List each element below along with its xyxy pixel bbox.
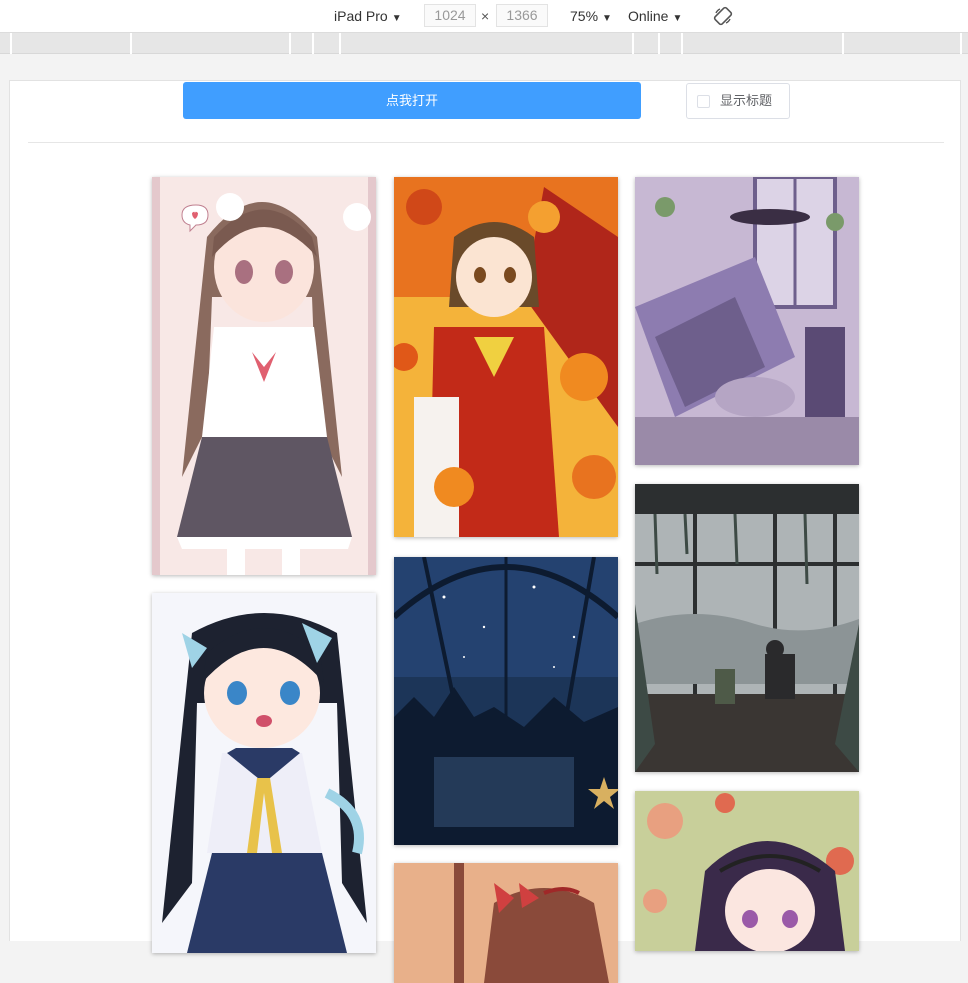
- gallery-image[interactable]: [394, 863, 618, 983]
- ribbon-girl-image: [152, 593, 376, 953]
- ruler-tick: [681, 33, 683, 54]
- flower-girl-image: [635, 791, 859, 951]
- autumn-shrine-maiden-image: [394, 177, 618, 537]
- ruler-tick: [842, 33, 844, 54]
- network-select[interactable]: Online ▼: [628, 0, 682, 33]
- rotate-icon[interactable]: [713, 6, 733, 26]
- gallery-image[interactable]: [635, 484, 859, 772]
- height-input[interactable]: 1366: [496, 4, 548, 27]
- twin-tail-girl-image: [152, 177, 376, 575]
- ruler-tick: [632, 33, 634, 54]
- show-title-label: 显示标题: [720, 93, 773, 108]
- ruler-tick: [289, 33, 291, 54]
- ruler-tick: [960, 33, 962, 54]
- lavender-room-image: [635, 177, 859, 465]
- zoom-select-label: 75%: [570, 8, 599, 24]
- width-input[interactable]: 1024: [424, 4, 476, 27]
- times-icon: ×: [481, 8, 490, 24]
- ruler-tick: [130, 33, 132, 54]
- ruler-tick: [312, 33, 314, 54]
- rainy-greenhouse-image: [635, 484, 859, 772]
- gallery-image[interactable]: [635, 177, 859, 465]
- open-button[interactable]: 点我打开: [183, 82, 641, 119]
- chevron-down-icon: ▼: [391, 13, 402, 24]
- device-select[interactable]: iPad Pro ▼: [334, 0, 402, 33]
- starry-dome-image: [394, 557, 618, 845]
- ruler-tick: [658, 33, 660, 54]
- ruler-tick: [10, 33, 12, 54]
- divider: [28, 142, 944, 143]
- zoom-select[interactable]: 75% ▼: [570, 0, 612, 33]
- media-query-bar[interactable]: [0, 33, 968, 54]
- device-toolbar: iPad Pro ▼ 1024 × 1366 75% ▼ Online ▼: [0, 0, 968, 33]
- gallery-image[interactable]: [635, 791, 859, 951]
- gallery-image[interactable]: [152, 593, 376, 953]
- show-title-checkbox[interactable]: 显示标题: [686, 83, 790, 119]
- gallery-image[interactable]: [394, 177, 618, 537]
- chevron-down-icon: ▼: [672, 13, 683, 24]
- network-select-label: Online: [628, 8, 669, 24]
- device-viewport: 点我打开 显示标题: [9, 80, 961, 983]
- chevron-down-icon: ▼: [602, 13, 612, 24]
- ruler-tick: [339, 33, 341, 54]
- checkbox-box[interactable]: [697, 95, 710, 108]
- gallery-image[interactable]: [152, 177, 376, 575]
- device-select-label: iPad Pro: [334, 8, 388, 24]
- gallery-image[interactable]: [394, 557, 618, 845]
- red-bow-girl-image: [394, 863, 618, 983]
